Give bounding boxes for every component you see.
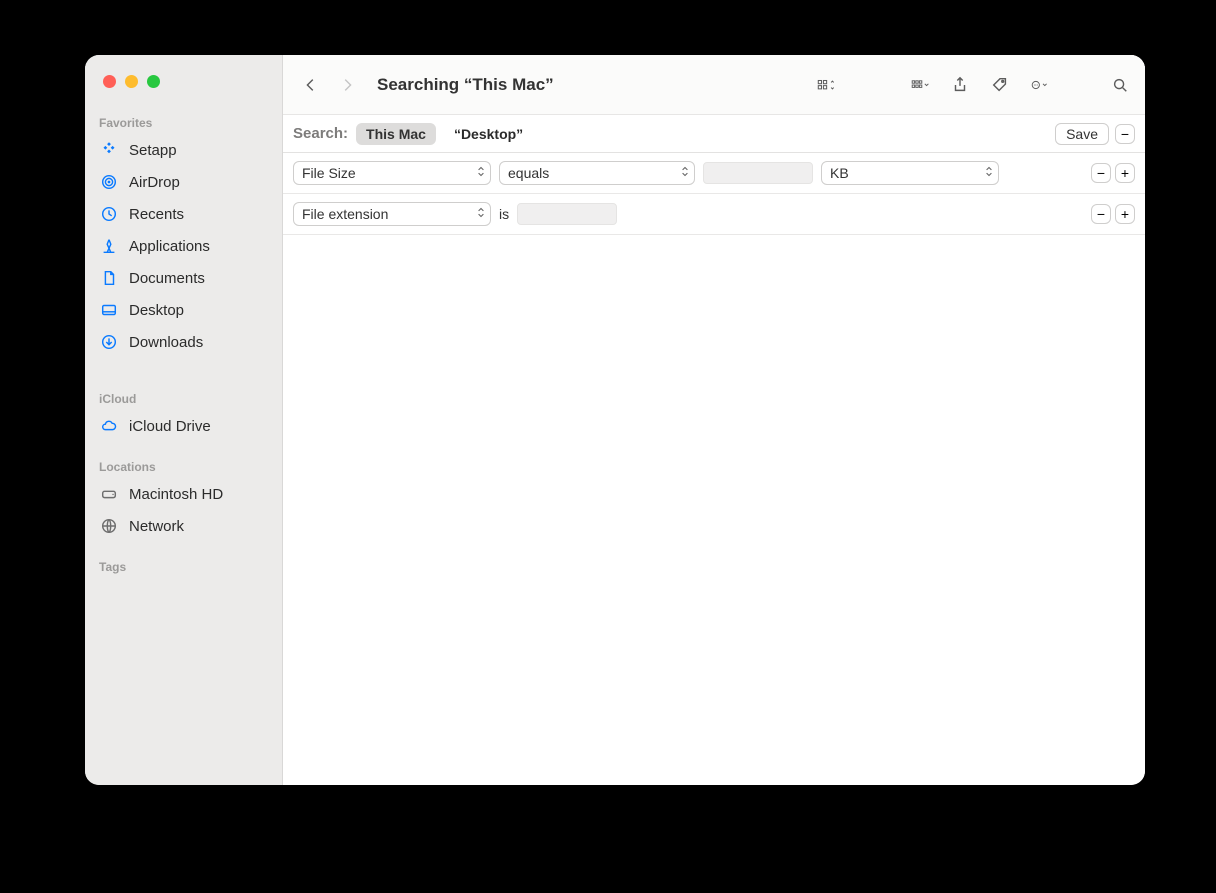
criteria-row: File Size equals KB − + [283, 153, 1145, 194]
sidebar-item-label: Applications [129, 238, 210, 255]
tags-button[interactable] [987, 69, 1013, 101]
group-by-button[interactable] [907, 69, 933, 101]
sidebar-item-applications[interactable]: Applications [85, 230, 282, 262]
sidebar-item-label: Desktop [129, 302, 184, 319]
criteria-attribute-select[interactable]: File Size [293, 161, 491, 185]
criteria-operator-select[interactable]: equals [499, 161, 695, 185]
sidebar-item-network[interactable]: Network [85, 510, 282, 542]
view-mode-button[interactable] [813, 69, 839, 101]
sidebar-item-desktop[interactable]: Desktop [85, 294, 282, 326]
sidebar-item-icloud-drive[interactable]: iCloud Drive [85, 410, 282, 442]
remove-criteria-button[interactable]: − [1091, 204, 1111, 224]
chevron-updown-icon [985, 167, 993, 180]
sidebar-item-macintosh-hd[interactable]: Macintosh HD [85, 478, 282, 510]
select-value: File extension [302, 206, 388, 222]
window-controls [85, 65, 282, 110]
actions-menu-button[interactable] [1027, 69, 1053, 101]
sidebar-item-label: Network [129, 518, 184, 535]
sidebar-section-favorites: Favorites [85, 110, 282, 134]
remove-criteria-button[interactable]: − [1091, 163, 1111, 183]
criteria-value-input[interactable] [703, 162, 813, 184]
sidebar-item-label: AirDrop [129, 174, 180, 191]
collapse-criteria-button[interactable]: − [1115, 124, 1135, 144]
sidebar-section-icloud: iCloud [85, 386, 282, 410]
criteria-attribute-select[interactable]: File extension [293, 202, 491, 226]
sidebar-section-tags: Tags [85, 554, 282, 578]
sidebar-item-label: Documents [129, 270, 205, 287]
cloud-icon [99, 416, 119, 436]
chevron-updown-icon [681, 167, 689, 180]
criteria-row: File extension is − + [283, 194, 1145, 235]
results-area [283, 235, 1145, 785]
chevron-updown-icon [477, 208, 485, 221]
criteria-unit-select[interactable]: KB [821, 161, 999, 185]
sidebar-item-documents[interactable]: Documents [85, 262, 282, 294]
select-value: File Size [302, 165, 356, 181]
applications-icon [99, 236, 119, 256]
chevron-updown-icon [477, 167, 485, 180]
hard-drive-icon [99, 484, 119, 504]
sidebar-item-label: iCloud Drive [129, 418, 211, 435]
sidebar-item-recents[interactable]: Recents [85, 198, 282, 230]
share-button[interactable] [947, 69, 973, 101]
search-scope-bar: Search: This Mac “Desktop” Save − [283, 115, 1145, 153]
sidebar-item-setapp[interactable]: Setapp [85, 134, 282, 166]
window-title: Searching “This Mac” [377, 75, 554, 95]
close-window-button[interactable] [103, 75, 116, 88]
sidebar-item-label: Setapp [129, 142, 177, 159]
sidebar: Favorites Setapp AirDrop Recents Applica… [85, 55, 283, 785]
back-button[interactable] [295, 69, 327, 101]
forward-button[interactable] [331, 69, 363, 101]
minimize-window-button[interactable] [125, 75, 138, 88]
search-label: Search: [293, 125, 348, 142]
clock-icon [99, 204, 119, 224]
finder-window: Favorites Setapp AirDrop Recents Applica… [85, 55, 1145, 785]
globe-icon [99, 516, 119, 536]
sidebar-item-label: Recents [129, 206, 184, 223]
main-content: Searching “This Mac” [283, 55, 1145, 785]
toolbar-right [813, 69, 1133, 101]
save-search-button[interactable]: Save [1055, 123, 1109, 145]
criteria-value-input[interactable] [517, 203, 617, 225]
scope-this-mac[interactable]: This Mac [356, 123, 436, 145]
airdrop-icon [99, 172, 119, 192]
search-button[interactable] [1107, 69, 1133, 101]
document-icon [99, 268, 119, 288]
sidebar-item-label: Downloads [129, 334, 203, 351]
sidebar-item-label: Macintosh HD [129, 486, 223, 503]
criteria-operator-label: is [499, 206, 509, 222]
toolbar: Searching “This Mac” [283, 55, 1145, 115]
select-value: equals [508, 165, 549, 181]
fullscreen-window-button[interactable] [147, 75, 160, 88]
scope-desktop[interactable]: “Desktop” [444, 123, 533, 145]
add-criteria-button[interactable]: + [1115, 204, 1135, 224]
select-value: KB [830, 165, 849, 181]
sidebar-item-downloads[interactable]: Downloads [85, 326, 282, 358]
setapp-icon [99, 140, 119, 160]
downloads-icon [99, 332, 119, 352]
desktop-icon [99, 300, 119, 320]
sidebar-item-airdrop[interactable]: AirDrop [85, 166, 282, 198]
sidebar-section-locations: Locations [85, 454, 282, 478]
add-criteria-button[interactable]: + [1115, 163, 1135, 183]
